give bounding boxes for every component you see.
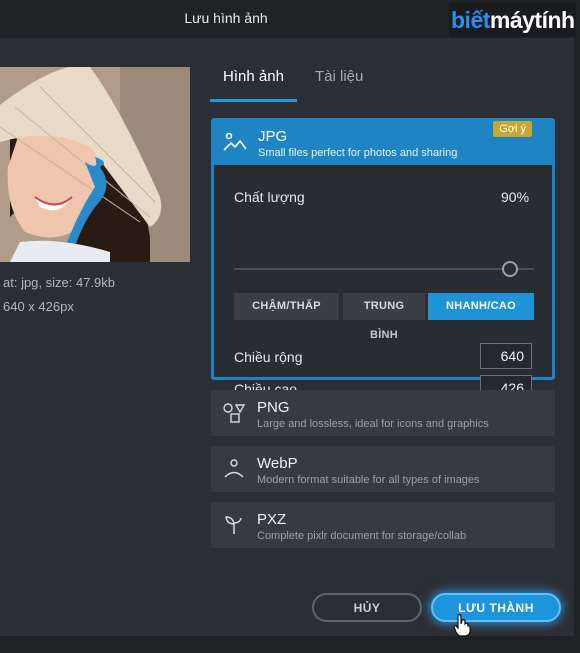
format-option-png[interactable]: PNG Large and lossless, ideal for icons … [211, 390, 555, 436]
speed-option-fast[interactable]: NHANH/CAO [428, 293, 534, 320]
speed-option-medium-wrap: BÌNH [369, 329, 399, 341]
quality-label: Chất lượng [234, 189, 305, 205]
speed-option-medium[interactable]: TRUNG [343, 293, 425, 320]
image-format-size: at: jpg, size: 47.9kb [3, 275, 116, 290]
save-button[interactable]: LƯU THÀNH [431, 593, 561, 622]
person-icon [224, 459, 244, 478]
cancel-button[interactable]: HỦY [312, 593, 422, 622]
title-bar: Lưu hình ảnh biếtmáytính [0, 0, 576, 38]
format-option-pxz[interactable]: PXZ Complete pixlr document for storage/… [211, 502, 555, 548]
format-name: PNG [257, 399, 290, 416]
portrait-photo [0, 67, 190, 262]
quality-slider-handle[interactable] [502, 261, 518, 277]
jpg-settings-panel: Chất lượng 90% CHẬM/THẤP TRUNG NHANH/CAO… [214, 165, 552, 401]
recommended-badge: Gợi ý [493, 121, 532, 137]
shapes-icon [223, 403, 246, 423]
format-name: PXZ [257, 511, 287, 528]
speed-option-slow[interactable]: CHẬM/THẤP [234, 293, 339, 320]
format-description: Modern format suitable for all types of … [257, 474, 480, 486]
image-dimensions: 640 x 426px [3, 299, 74, 314]
save-image-dialog: Lưu hình ảnh biếtmáytính at: jpg, size: [0, 0, 576, 636]
format-option-webp[interactable]: WebP Modern format suitable for all type… [211, 446, 555, 492]
tab-image[interactable]: Hình ảnh [210, 68, 297, 102]
sprout-icon [225, 516, 242, 534]
format-name: JPG [258, 128, 288, 145]
quality-value: 90% [501, 189, 530, 205]
width-input[interactable]: 640 [480, 343, 532, 369]
image-preview [0, 67, 190, 262]
format-description: Complete pixlr document for storage/coll… [257, 530, 467, 542]
format-description: Large and lossless, ideal for icons and … [257, 418, 489, 430]
quality-slider-track[interactable] [234, 268, 534, 270]
format-option-jpg[interactable]: JPG Small files perfect for photos and s… [211, 118, 555, 401]
landscape-icon [223, 132, 247, 151]
format-description: Small files perfect for photos and shari… [258, 147, 458, 159]
format-name: WebP [257, 455, 298, 472]
width-label: Chiều rộng [234, 349, 303, 365]
hand-cursor-icon [453, 614, 471, 637]
dialog-title: Lưu hình ảnh [184, 10, 268, 26]
tab-document[interactable]: Tài liệu [315, 68, 363, 85]
brand-logo: biếtmáytính [449, 3, 576, 37]
